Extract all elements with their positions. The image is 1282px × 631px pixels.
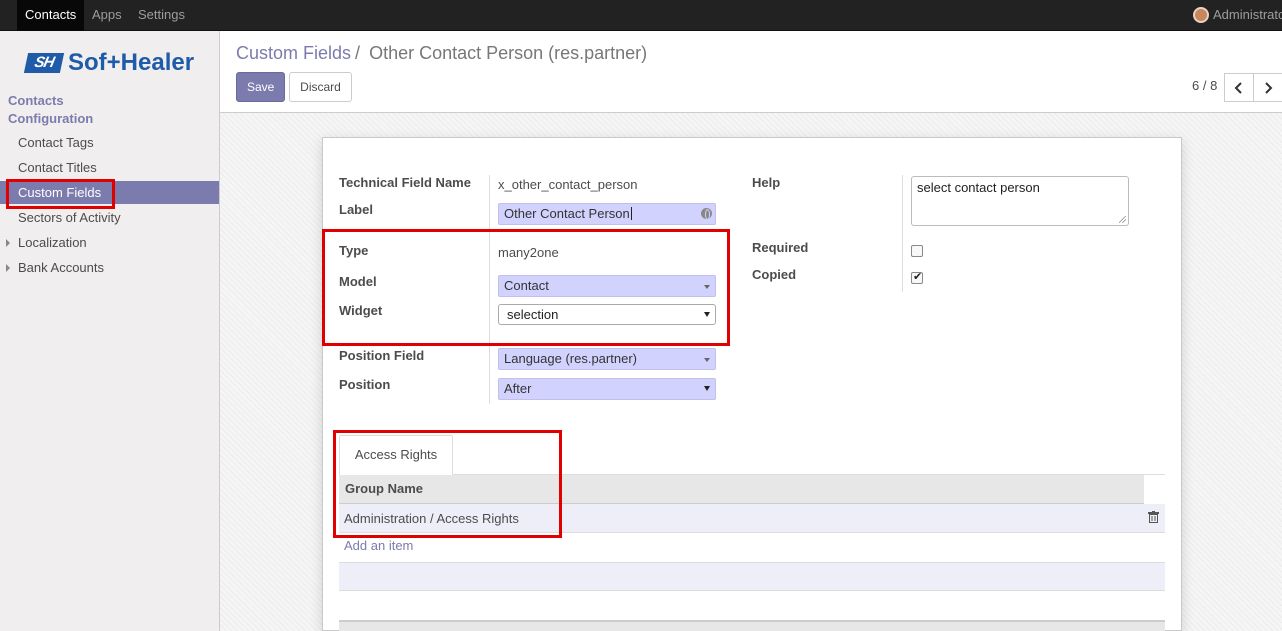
copied-label: Copied bbox=[752, 267, 797, 282]
sidebar: SH Sof+Healer Contacts Configuration Con… bbox=[0, 31, 220, 631]
caret-down-icon bbox=[704, 358, 710, 362]
chevron-left-icon bbox=[1234, 82, 1242, 94]
position-field-select-value: Language (res.partner) bbox=[504, 351, 637, 366]
sidebar-section-configuration[interactable]: Configuration bbox=[8, 111, 93, 126]
menu-contacts[interactable]: Contacts bbox=[17, 0, 85, 31]
position-select-value: After bbox=[504, 381, 532, 396]
label-field-label: Label bbox=[339, 202, 373, 217]
user-name: Administrator bbox=[1213, 7, 1282, 22]
table-row-empty bbox=[339, 591, 1165, 620]
highlight-box-type-model-widget bbox=[322, 229, 730, 346]
highlight-box-access-rights bbox=[333, 430, 562, 538]
sidebar-item-contact-tags[interactable]: Contact Tags bbox=[0, 131, 219, 154]
control-panel: Custom Fields / Other Contact Person (res… bbox=[220, 31, 1282, 113]
save-button[interactable]: Save bbox=[236, 72, 285, 102]
text-cursor bbox=[630, 207, 632, 220]
help-label: Help bbox=[752, 175, 781, 190]
discard-button[interactable]: Discard bbox=[289, 72, 352, 102]
copied-checkbox[interactable]: ✔ bbox=[911, 271, 923, 284]
avatar bbox=[1193, 7, 1209, 23]
highlight-box-sidebar bbox=[6, 179, 115, 209]
sidebar-item-label: Bank Accounts bbox=[18, 260, 104, 275]
breadcrumb-separator: / bbox=[355, 43, 361, 63]
resize-grip-icon[interactable] bbox=[1119, 216, 1126, 223]
breadcrumb-current: Other Contact Person (res.partner) bbox=[369, 43, 648, 63]
help-textarea[interactable]: select contact person bbox=[911, 176, 1129, 226]
breadcrumb-parent-link[interactable]: Custom Fields bbox=[236, 43, 351, 63]
sidebar-item-label: Localization bbox=[18, 235, 87, 250]
required-checkbox[interactable] bbox=[911, 245, 923, 257]
label-input[interactable]: Other Contact Person bbox=[498, 203, 716, 225]
sidebar-item-contact-titles[interactable]: Contact Titles bbox=[0, 156, 219, 179]
chevron-right-icon bbox=[1265, 82, 1273, 94]
sidebar-section-contacts[interactable]: Contacts bbox=[8, 93, 64, 108]
globe-icon[interactable] bbox=[701, 208, 712, 220]
sidebar-item-localization[interactable]: Localization bbox=[0, 231, 219, 254]
menu-apps[interactable]: Apps bbox=[84, 0, 130, 31]
dropdown-arrow-icon bbox=[704, 386, 710, 391]
table-row-empty bbox=[339, 562, 1165, 591]
top-navbar: Contacts Apps Settings Administrator bbox=[0, 0, 1282, 31]
help-textarea-value: select contact person bbox=[917, 180, 1040, 195]
menu-settings[interactable]: Settings bbox=[130, 0, 193, 31]
sidebar-item-sectors-of-activity[interactable]: Sectors of Activity bbox=[0, 206, 219, 229]
technical-field-name-label: Technical Field Name bbox=[339, 175, 471, 190]
sidebar-item-bank-accounts[interactable]: Bank Accounts bbox=[0, 256, 219, 279]
position-label: Position bbox=[339, 377, 391, 392]
sidebar-item-label: Sectors of Activity bbox=[18, 210, 121, 225]
caret-right-icon bbox=[6, 239, 10, 247]
sidebar-item-label: Contact Tags bbox=[18, 135, 94, 150]
label-input-value: Other Contact Person bbox=[504, 206, 630, 221]
caret-right-icon bbox=[6, 264, 10, 272]
table-footer bbox=[339, 620, 1165, 631]
trash-icon[interactable] bbox=[1148, 511, 1159, 523]
technical-field-name-value: x_other_contact_person bbox=[498, 177, 638, 192]
position-select[interactable]: After bbox=[498, 378, 716, 400]
pager-previous-button[interactable] bbox=[1224, 73, 1254, 102]
logo-mark: SH bbox=[23, 53, 65, 73]
pager-next-button[interactable] bbox=[1253, 73, 1282, 102]
position-field-label: Position Field bbox=[339, 348, 425, 363]
logo-word: Sof+Healer bbox=[68, 49, 195, 76]
group-divider bbox=[902, 175, 903, 292]
sidebar-item-label: Contact Titles bbox=[18, 160, 97, 175]
position-field-select[interactable]: Language (res.partner) bbox=[498, 348, 716, 370]
pager-value: 6 / 8 bbox=[1192, 78, 1218, 93]
required-label: Required bbox=[752, 240, 809, 255]
checkmark-icon: ✔ bbox=[913, 271, 923, 283]
breadcrumb: Custom Fields / Other Contact Person (res… bbox=[236, 43, 647, 64]
